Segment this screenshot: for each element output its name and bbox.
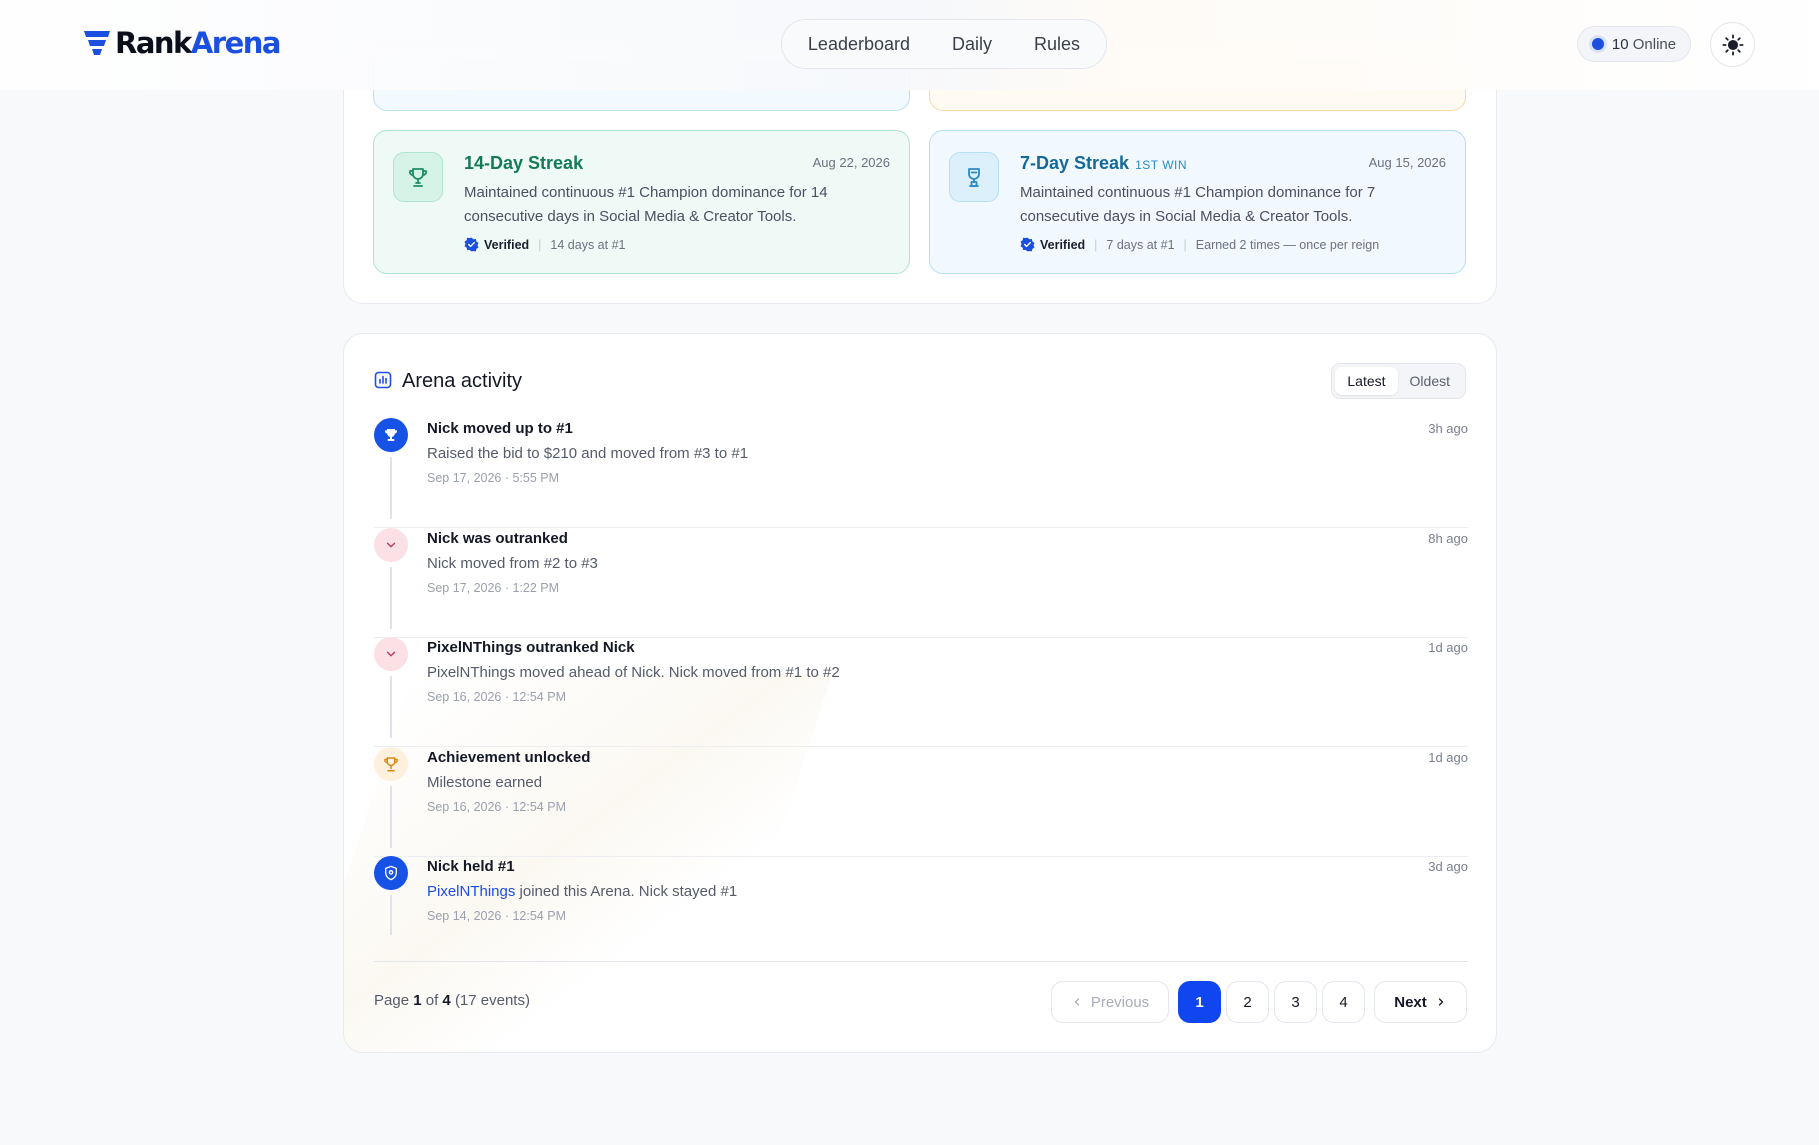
event-timestamp: Sep 16, 2026 · 12:54 PM	[427, 690, 566, 704]
event-description: Milestone earned	[427, 774, 543, 791]
timeline-line	[390, 567, 392, 629]
event-description: PixelNThings joined this Arena. Nick sta…	[427, 883, 738, 900]
theme-toggle-button[interactable]	[1710, 22, 1755, 67]
event-relative-time: 1d ago	[1428, 640, 1468, 655]
logo[interactable]: RankArena	[83, 26, 281, 60]
achievement-earned-count: Earned 2 times — once per reign	[1195, 237, 1380, 252]
previous-page-button[interactable]: Previous	[1051, 981, 1169, 1023]
achievement-14-day-streak[interactable]: 14-Day Streak Aug 22, 2026 Maintained co…	[373, 130, 910, 274]
bar-chart-icon	[374, 371, 392, 389]
verified-badge: Verified	[1020, 237, 1085, 252]
achievement-description: Maintained continuous #1 Champion domina…	[1020, 184, 1376, 225]
event-title: Nick held #1	[427, 858, 515, 875]
chevron-left-icon	[1074, 998, 1079, 1006]
page-3-button[interactable]: 3	[1274, 981, 1317, 1023]
trophy-icon	[374, 418, 408, 452]
achievement-title: 7-Day Streak 1ST WIN	[1020, 153, 1188, 173]
online-label: Online	[1632, 35, 1677, 53]
chevron-right-icon	[1438, 998, 1443, 1006]
logo-icon	[84, 31, 110, 55]
achievement-title: 14-Day Streak	[464, 153, 584, 173]
event-title: Nick moved up to #1	[427, 420, 573, 437]
first-win-badge: 1ST WIN	[1135, 158, 1188, 172]
event-timestamp: Sep 17, 2026 · 1:22 PM	[427, 581, 560, 595]
page-1-button[interactable]: 1	[1178, 981, 1221, 1023]
achievement-date: Aug 22, 2026	[812, 155, 890, 170]
activity-event: Achievement unlocked Milestone earned Se…	[374, 747, 1468, 857]
event-relative-time: 3d ago	[1428, 859, 1468, 874]
achievement-meta: Verified | 7 days at #1 | Earned 2 times…	[1020, 237, 1379, 252]
event-title: Nick was outranked	[427, 530, 568, 547]
event-timestamp: Sep 16, 2026 · 12:54 PM	[427, 800, 566, 814]
online-status: 10 Online	[1577, 26, 1691, 62]
activity-event: PixelNThings outranked Nick PixelNThings…	[374, 637, 1468, 747]
timeline-line	[390, 786, 392, 848]
nav-rules[interactable]: Rules	[1013, 34, 1101, 55]
trophy-icon	[393, 152, 443, 202]
verified-badge: Verified	[464, 237, 529, 252]
online-dot-icon	[1591, 38, 1604, 50]
verified-check-icon	[464, 237, 479, 252]
next-page-button[interactable]: Next	[1374, 981, 1467, 1023]
activity-event: Nick moved up to #1 Raised the bid to $2…	[374, 418, 1468, 528]
event-timestamp: Sep 14, 2026 · 12:54 PM	[427, 909, 566, 923]
sort-toggle: Latest Oldest	[1331, 363, 1466, 399]
main-nav: Leaderboard Daily Rules	[781, 19, 1107, 69]
event-title: Achievement unlocked	[427, 749, 591, 766]
meta-separator: |	[1094, 237, 1098, 252]
medal-icon	[949, 152, 999, 202]
achievement-days: 7 days at #1	[1106, 237, 1175, 252]
achievement-meta: Verified | 14 days at #1	[464, 237, 625, 252]
logo-text: RankArena	[115, 26, 281, 60]
nav-leaderboard[interactable]: Leaderboard	[787, 34, 931, 55]
chevron-down-icon	[374, 528, 408, 562]
chevron-down-icon	[374, 637, 408, 671]
verified-check-icon	[1020, 237, 1035, 252]
event-relative-time: 8h ago	[1428, 531, 1468, 546]
achievement-description: Maintained continuous #1 Champion domina…	[464, 184, 828, 225]
timeline-line	[390, 457, 392, 519]
activity-event: Nick was outranked Nick moved from #2 to…	[374, 528, 1468, 638]
event-description: Raised the bid to $210 and moved from #3…	[427, 445, 749, 462]
achievement-date: Aug 15, 2026	[1368, 155, 1446, 170]
sun-icon	[1721, 33, 1744, 56]
event-relative-time: 1d ago	[1428, 750, 1468, 765]
arena-activity-card: Arena activity Latest Oldest Nick moved …	[343, 333, 1497, 1053]
event-relative-time: 3h ago	[1428, 421, 1468, 436]
event-title: PixelNThings outranked Nick	[427, 639, 635, 656]
sort-oldest-button[interactable]: Oldest	[1398, 367, 1462, 395]
section-title: Arena activity	[402, 370, 523, 392]
nav-daily[interactable]: Daily	[931, 34, 1013, 55]
shield-icon	[374, 856, 408, 890]
achievement-days: 14 days at #1	[550, 237, 626, 252]
page-2-button[interactable]: 2	[1226, 981, 1269, 1023]
meta-separator: |	[538, 237, 542, 252]
trophy-icon	[374, 747, 408, 781]
achievement-7-day-streak[interactable]: 7-Day Streak 1ST WIN Aug 15, 2026 Maintai…	[929, 130, 1466, 274]
top-header: RankArena Leaderboard Daily Rules 10 Onl…	[0, 0, 1819, 90]
timeline-line	[390, 676, 392, 738]
event-timestamp: Sep 17, 2026 · 5:55 PM	[427, 471, 560, 485]
timeline-line	[390, 895, 392, 935]
online-count: 10	[1611, 35, 1629, 53]
user-link[interactable]: PixelNThings	[427, 883, 515, 900]
activity-event: Nick held #1 PixelNThings joined this Ar…	[374, 856, 1468, 966]
meta-separator: |	[1183, 237, 1187, 252]
event-description: Nick moved from #2 to #3	[427, 555, 598, 572]
sort-latest-button[interactable]: Latest	[1335, 367, 1398, 395]
page-info: Page 1 of 4 (17 events)	[374, 992, 530, 1009]
divider	[374, 961, 1468, 962]
page-4-button[interactable]: 4	[1322, 981, 1365, 1023]
event-description: PixelNThings moved ahead of Nick. Nick m…	[427, 664, 840, 681]
